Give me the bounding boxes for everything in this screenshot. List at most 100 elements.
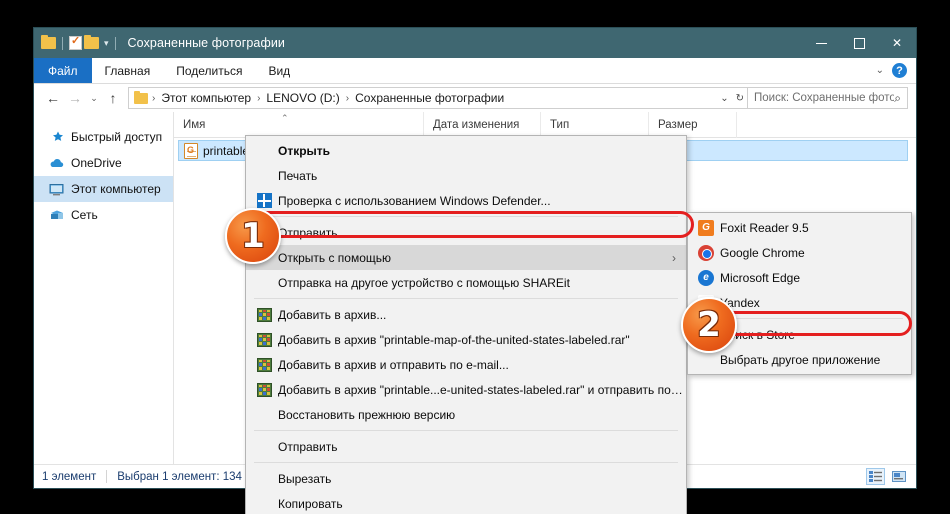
search-input[interactable]: Поиск: Сохраненные фотог... ⌕: [748, 87, 908, 109]
breadcrumb-item-drive[interactable]: LENOVO (D:): [264, 91, 341, 105]
sidebar-item-label: Сеть: [71, 208, 98, 222]
recent-locations-icon[interactable]: ⌄: [86, 87, 102, 109]
help-icon[interactable]: ?: [892, 63, 907, 78]
item-count: 1 элемент: [42, 470, 97, 483]
column-header-size[interactable]: Размер: [649, 111, 737, 138]
quick-access-toolbar[interactable]: ▾: [34, 34, 120, 50]
tab-file[interactable]: Файл: [34, 58, 92, 83]
sort-ascending-icon: ⌃: [281, 113, 289, 123]
pdf-file-icon: [184, 142, 198, 159]
maximize-button[interactable]: [840, 28, 878, 58]
cloud-icon: [48, 157, 64, 169]
selection-info: Выбран 1 элемент: 134 КБ: [117, 470, 260, 483]
menu-item-print[interactable]: Печать: [246, 163, 686, 188]
menu-item-label: Отправка на другое устройство с помощью …: [278, 275, 570, 290]
microsoft-edge-icon: e: [696, 269, 716, 286]
menu-separator: [254, 298, 678, 299]
menu-item-label: Добавить в архив "printable...e-united-s…: [278, 382, 686, 397]
tab-share[interactable]: Поделиться: [163, 58, 255, 83]
sidebar-item-label: Этот компьютер: [71, 182, 161, 196]
forward-button[interactable]: →: [64, 87, 86, 109]
menu-separator: [254, 430, 678, 431]
menu-item-copy[interactable]: Копировать: [246, 491, 686, 514]
properties-icon[interactable]: [69, 34, 82, 50]
menu-item-label: Google Chrome: [720, 245, 805, 260]
window-title: Сохраненные фотографии: [127, 36, 286, 50]
menu-item-open-with[interactable]: Открыть с помощью ›: [246, 245, 686, 270]
pin-icon: [48, 130, 64, 144]
menu-item-named-archive-and-email[interactable]: Добавить в архив "printable...e-united-s…: [246, 377, 686, 402]
breadcrumb-folder-icon: [134, 90, 148, 104]
minimize-button[interactable]: [802, 28, 840, 58]
menu-item-label: Отправить: [278, 439, 338, 454]
menu-item-cut[interactable]: Вырезать: [246, 466, 686, 491]
address-bar-controls: ⌄ ↻: [714, 93, 744, 104]
menu-item-label: Foxit Reader 9.5: [720, 220, 809, 235]
chevron-right-icon: ›: [672, 250, 676, 265]
breadcrumb-item-computer[interactable]: Этот компьютер: [159, 91, 253, 105]
tab-home[interactable]: Главная: [92, 58, 164, 83]
menu-item-label: Вырезать: [278, 471, 332, 486]
title-bar: ▾ Сохраненные фотографии ✕: [34, 28, 916, 58]
submenu-item-foxit-reader[interactable]: G Foxit Reader 9.5: [688, 215, 911, 240]
foxit-reader-icon: G: [696, 219, 716, 236]
menu-item-send-to[interactable]: Отправить: [246, 434, 686, 459]
breadcrumb-separator: ›: [152, 92, 156, 104]
menu-item-label: Добавить в архив...: [278, 307, 387, 322]
customize-dropdown-icon[interactable]: ▾: [104, 38, 109, 48]
back-button[interactable]: ←: [42, 87, 64, 109]
menu-item-shareit[interactable]: Отправка на другое устройство с помощью …: [246, 270, 686, 295]
address-bar: ← → ⌄ ↑ › Этот компьютер › LENOVO (D:) ›…: [34, 84, 916, 112]
search-icon[interactable]: ⌕: [894, 91, 901, 106]
large-icons-view-icon[interactable]: [889, 468, 908, 485]
sidebar-item-this-pc[interactable]: Этот компьютер: [34, 176, 173, 202]
menu-item-archive-and-email[interactable]: Добавить в архив и отправить по e-mail..…: [246, 352, 686, 377]
ribbon-tabs: Файл Главная Поделиться Вид ⌄ ?: [34, 58, 916, 84]
up-button[interactable]: ↑: [102, 87, 124, 109]
column-header-type[interactable]: Тип: [541, 111, 649, 138]
winrar-icon: [254, 382, 274, 397]
winrar-icon: [254, 307, 274, 322]
submenu-item-google-chrome[interactable]: Google Chrome: [688, 240, 911, 265]
folder-icon[interactable]: [41, 35, 56, 49]
breadcrumb-item-folder[interactable]: Сохраненные фотографии: [353, 91, 506, 105]
navigation-pane: Быстрый доступ OneDrive Этот компьютер С…: [34, 112, 174, 464]
new-folder-icon[interactable]: [84, 35, 99, 49]
menu-item-label: Microsoft Edge: [720, 270, 801, 285]
divider: [114, 36, 116, 50]
details-view-icon[interactable]: [866, 468, 885, 485]
sidebar-item-onedrive[interactable]: OneDrive: [34, 150, 173, 176]
search-placeholder: Поиск: Сохраненные фотог...: [754, 92, 895, 104]
sidebar-item-label: OneDrive: [71, 156, 122, 170]
expand-ribbon-icon[interactable]: ⌄: [876, 65, 884, 76]
menu-item-add-to-archive[interactable]: Добавить в архив...: [246, 302, 686, 327]
close-button[interactable]: ✕: [878, 28, 916, 58]
menu-separator: [254, 462, 678, 463]
refresh-icon[interactable]: ↻: [736, 93, 744, 104]
breadcrumb-separator: ›: [345, 92, 350, 104]
divider: [62, 36, 63, 50]
breadcrumb[interactable]: › Этот компьютер › LENOVO (D:) › Сохране…: [128, 87, 748, 109]
column-header-date[interactable]: Дата изменения: [424, 111, 541, 138]
menu-item-restore-previous-versions[interactable]: Восстановить прежнюю версию: [246, 402, 686, 427]
tab-view[interactable]: Вид: [255, 58, 303, 83]
window-controls: ✕: [802, 28, 916, 58]
menu-item-open[interactable]: Открыть: [246, 138, 686, 163]
submenu-item-microsoft-edge[interactable]: e Microsoft Edge: [688, 265, 911, 290]
sidebar-item-quick-access[interactable]: Быстрый доступ: [34, 124, 173, 150]
menu-item-windows-defender-scan[interactable]: Проверка с использованием Windows Defend…: [246, 188, 686, 213]
menu-item-label: Выбрать другое приложение: [720, 352, 881, 367]
menu-item-label: Добавить в архив и отправить по e-mail..…: [278, 357, 509, 372]
winrar-icon: [254, 357, 274, 372]
menu-item-label: Открыть: [278, 143, 331, 158]
menu-item-label: Добавить в архив "printable-map-of-the-u…: [278, 332, 630, 347]
address-dropdown-icon[interactable]: ⌄: [720, 93, 728, 104]
screenshot-root: ▾ Сохраненные фотографии ✕ Файл Главная …: [0, 0, 950, 514]
column-header-name[interactable]: Имя: [174, 111, 424, 138]
sidebar-item-network[interactable]: Сеть: [34, 202, 173, 228]
menu-item-add-to-named-archive[interactable]: Добавить в архив "printable-map-of-the-u…: [246, 327, 686, 352]
submenu-item-choose-another-app[interactable]: Выбрать другое приложение: [688, 347, 911, 372]
menu-item-label: Печать: [278, 168, 318, 183]
windows-defender-icon: [254, 193, 274, 208]
highlight-ring-open-with: [246, 211, 694, 238]
